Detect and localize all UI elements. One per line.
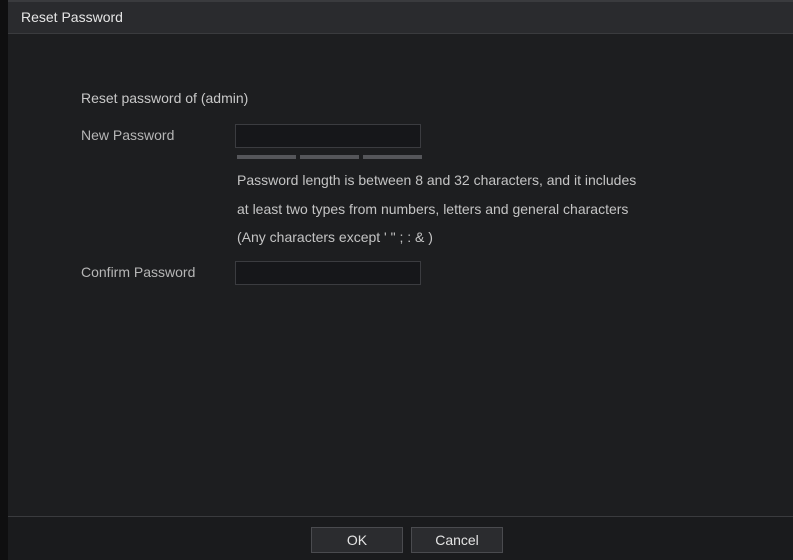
confirm-password-input[interactable]: [235, 261, 421, 285]
confirm-password-label: Confirm Password: [81, 264, 196, 280]
dialog-titlebar: Reset Password: [8, 2, 793, 34]
screen-background: Reset Password Reset password of (admin)…: [0, 0, 793, 560]
password-hint-line-1: Password length is between 8 and 32 char…: [237, 172, 637, 188]
password-strength-meter: [237, 155, 422, 159]
dialog-title: Reset Password: [21, 9, 123, 25]
dialog-footer: OK Cancel: [8, 516, 793, 560]
password-hint-line-3: (Any characters except ' " ; : & ): [237, 229, 433, 245]
cancel-button[interactable]: Cancel: [411, 527, 503, 553]
ok-button[interactable]: OK: [311, 527, 403, 553]
strength-segment-strong: [363, 155, 422, 159]
reset-target-label: Reset password of (admin): [81, 90, 249, 106]
reset-password-dialog: Reset Password Reset password of (admin)…: [8, 0, 793, 560]
password-hint-line-2: at least two types from numbers, letters…: [237, 201, 629, 217]
strength-segment-weak: [237, 155, 296, 159]
new-password-label: New Password: [81, 127, 175, 143]
new-password-input[interactable]: [235, 124, 421, 148]
strength-segment-medium: [300, 155, 359, 159]
